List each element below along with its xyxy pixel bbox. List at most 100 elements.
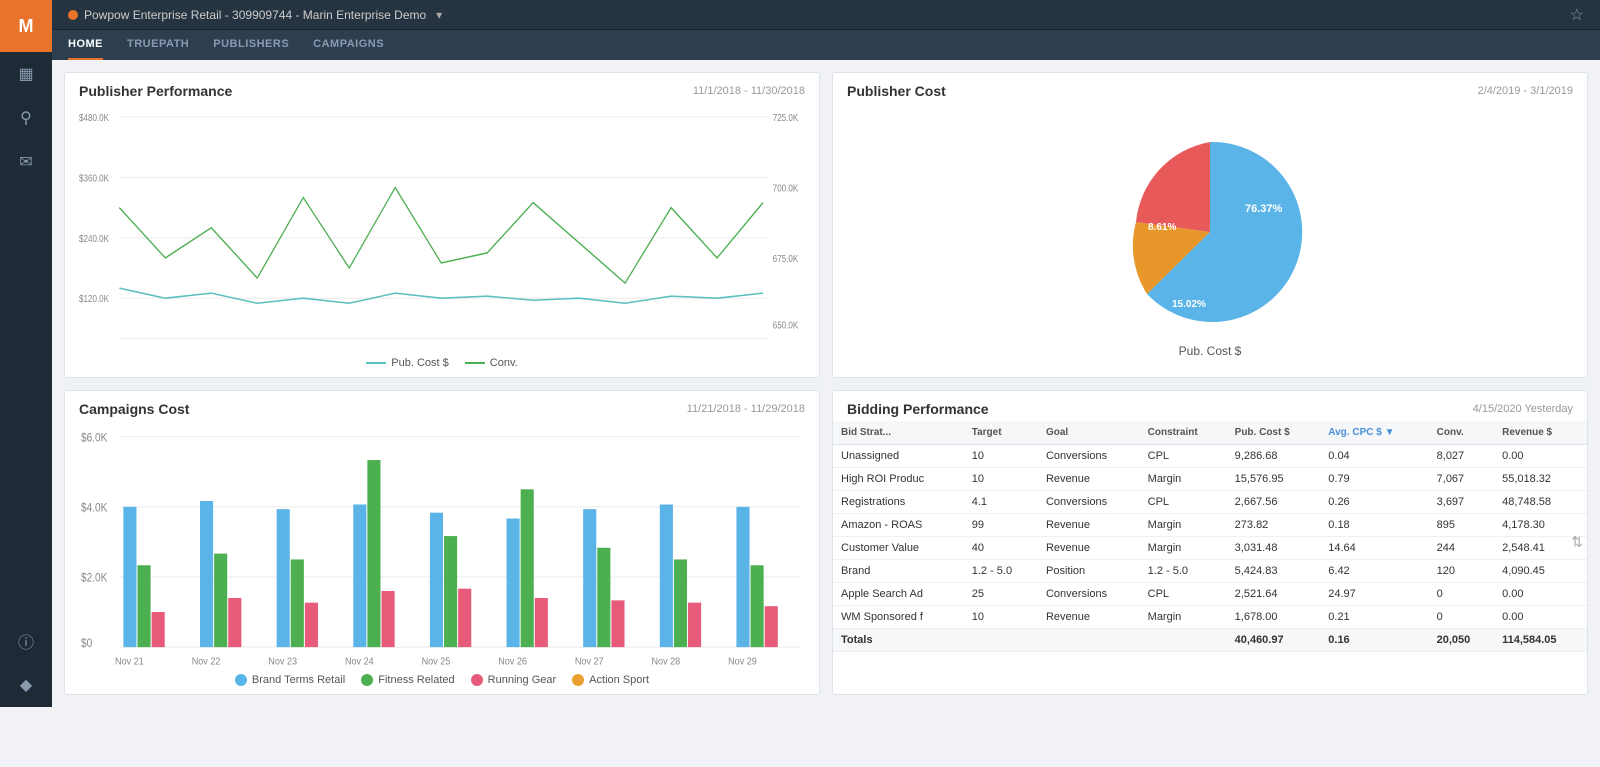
cell-constraint: Margin bbox=[1140, 605, 1227, 628]
pub-perf-chart: $480.0K $360.0K $240.0K $120.0K 725.0K 7… bbox=[65, 103, 819, 353]
cell-bid-strat: WM Sponsored f bbox=[833, 605, 964, 628]
info-icon[interactable]: ⓘ bbox=[0, 619, 52, 663]
cell-goal: Revenue bbox=[1038, 467, 1140, 490]
cell-goal: Conversions bbox=[1038, 444, 1140, 467]
cell-revenue: 4,178.30 bbox=[1494, 513, 1587, 536]
campaigns-cost-chart: $6.0K $4.0K $2.0K $0 bbox=[65, 421, 819, 671]
nav-campaigns[interactable]: CAMPAIGNS bbox=[313, 30, 384, 60]
pub-perf-legend: Pub. Cost $ Conv. bbox=[65, 353, 819, 377]
table-row: WM Sponsored f 10 Revenue Margin 1,678.0… bbox=[833, 605, 1587, 628]
scroll-indicator[interactable]: ⇅ bbox=[1571, 534, 1583, 551]
cell-constraint: 1.2 - 5.0 bbox=[1140, 559, 1227, 582]
main-nav: HOME TRUEPATH PUBLISHERS CAMPAIGNS bbox=[52, 30, 1600, 60]
col-pub-cost[interactable]: Pub. Cost $ bbox=[1227, 421, 1321, 445]
pub-cost-title: Publisher Cost bbox=[847, 83, 946, 99]
nav-home[interactable]: HOME bbox=[68, 30, 103, 60]
cell-conv: 0 bbox=[1429, 605, 1494, 628]
sidebar: M ▦ ⚲ ✉ ⓘ ◆ bbox=[0, 0, 52, 707]
svg-text:Nov 25: Nov 25 bbox=[422, 656, 451, 668]
brand-label: Powpow Enterprise Retail - 309909744 - M… bbox=[68, 8, 442, 22]
col-target[interactable]: Target bbox=[964, 421, 1038, 445]
col-constraint[interactable]: Constraint bbox=[1140, 421, 1227, 445]
cell-goal: Revenue bbox=[1038, 605, 1140, 628]
totals-revenue: 114,584.05 bbox=[1494, 628, 1587, 651]
bidding-date: 4/15/2020 Yesterday bbox=[1473, 403, 1573, 415]
cell-constraint: CPL bbox=[1140, 444, 1227, 467]
svg-text:675.0K: 675.0K bbox=[773, 253, 799, 264]
cell-avg-cpc: 0.21 bbox=[1320, 605, 1428, 628]
cell-avg-cpc: 0.04 bbox=[1320, 444, 1428, 467]
cell-goal: Conversions bbox=[1038, 582, 1140, 605]
totals-conv: 20,050 bbox=[1429, 628, 1494, 651]
cell-goal: Revenue bbox=[1038, 513, 1140, 536]
cell-pub-cost: 273.82 bbox=[1227, 513, 1321, 536]
cell-avg-cpc: 6.42 bbox=[1320, 559, 1428, 582]
col-conv[interactable]: Conv. bbox=[1429, 421, 1494, 445]
notification-bell-icon[interactable]: ☆ bbox=[1570, 5, 1584, 25]
table-row: Amazon - ROAS 99 Revenue Margin 273.82 0… bbox=[833, 513, 1587, 536]
bidding-title: Bidding Performance bbox=[847, 401, 989, 417]
cell-avg-cpc: 0.79 bbox=[1320, 467, 1428, 490]
publisher-cost-card: Publisher Cost 2/4/2019 - 3/1/2019 76.37… bbox=[832, 72, 1588, 378]
cell-constraint: CPL bbox=[1140, 490, 1227, 513]
col-goal[interactable]: Goal bbox=[1038, 421, 1140, 445]
search-icon[interactable]: ⚲ bbox=[0, 96, 52, 140]
svg-text:Nov 21: Nov 21 bbox=[115, 656, 144, 668]
svg-text:$480.0K: $480.0K bbox=[79, 112, 109, 123]
svg-text:$2.0K: $2.0K bbox=[81, 572, 108, 585]
cell-target: 10 bbox=[964, 444, 1038, 467]
svg-text:650.0K: 650.0K bbox=[773, 320, 799, 331]
nav-publishers[interactable]: PUBLISHERS bbox=[213, 30, 289, 60]
pub-cost-date: 2/4/2019 - 3/1/2019 bbox=[1478, 85, 1573, 97]
bidding-table-container[interactable]: Bid Strat... Target Goal Constraint Pub.… bbox=[833, 421, 1587, 695]
campaigns-cost-card: Campaigns Cost 11/21/2018 - 11/29/2018 $… bbox=[64, 390, 820, 696]
cell-bid-strat: Customer Value bbox=[833, 536, 964, 559]
cell-target: 99 bbox=[964, 513, 1038, 536]
cell-conv: 0 bbox=[1429, 582, 1494, 605]
col-avg-cpc[interactable]: Avg. CPC $ ▼ bbox=[1320, 421, 1428, 445]
cell-pub-cost: 2,667.56 bbox=[1227, 490, 1321, 513]
cell-target: 25 bbox=[964, 582, 1038, 605]
campaigns-cost-title: Campaigns Cost bbox=[79, 401, 189, 417]
cell-bid-strat: Amazon - ROAS bbox=[833, 513, 964, 536]
chat-icon[interactable]: ✉ bbox=[0, 140, 52, 184]
svg-text:Nov 24: Nov 24 bbox=[345, 656, 374, 668]
table-row: High ROI Produc 10 Revenue Margin 15,576… bbox=[833, 467, 1587, 490]
svg-text:15.02%: 15.02% bbox=[1172, 299, 1206, 310]
svg-text:Nov 26: Nov 26 bbox=[498, 656, 527, 668]
cell-bid-strat: Brand bbox=[833, 559, 964, 582]
svg-text:Nov 29: Nov 29 bbox=[728, 656, 757, 668]
svg-text:Nov 23: Nov 23 bbox=[268, 656, 297, 668]
nav-truepath[interactable]: TRUEPATH bbox=[127, 30, 189, 60]
cell-revenue: 55,018.32 bbox=[1494, 467, 1587, 490]
col-revenue[interactable]: Revenue $ bbox=[1494, 421, 1587, 445]
cell-revenue: 0.00 bbox=[1494, 582, 1587, 605]
svg-text:$120.0K: $120.0K bbox=[79, 293, 109, 304]
settings-icon[interactable]: ◆ bbox=[0, 663, 52, 707]
cell-conv: 7,067 bbox=[1429, 467, 1494, 490]
table-row: Customer Value 40 Revenue Margin 3,031.4… bbox=[833, 536, 1587, 559]
cell-constraint: Margin bbox=[1140, 536, 1227, 559]
svg-text:Nov 27: Nov 27 bbox=[575, 656, 604, 668]
cell-pub-cost: 15,576.95 bbox=[1227, 467, 1321, 490]
cell-avg-cpc: 0.26 bbox=[1320, 490, 1428, 513]
totals-label: Totals bbox=[833, 628, 1227, 651]
cell-revenue: 4,090.45 bbox=[1494, 559, 1587, 582]
col-bid-strat[interactable]: Bid Strat... bbox=[833, 421, 964, 445]
cell-goal: Revenue bbox=[1038, 536, 1140, 559]
totals-row: Totals 40,460.97 0.16 20,050 114,584.05 bbox=[833, 628, 1587, 651]
bidding-table: Bid Strat... Target Goal Constraint Pub.… bbox=[833, 421, 1587, 652]
cell-pub-cost: 5,424.83 bbox=[1227, 559, 1321, 582]
main-content: Publisher Performance 11/1/2018 - 11/30/… bbox=[52, 60, 1600, 707]
table-row: Unassigned 10 Conversions CPL 9,286.68 0… bbox=[833, 444, 1587, 467]
pub-perf-title: Publisher Performance bbox=[79, 83, 232, 99]
cell-target: 10 bbox=[964, 467, 1038, 490]
app-logo[interactable]: M bbox=[0, 0, 52, 52]
analytics-icon[interactable]: ▦ bbox=[0, 52, 52, 96]
cell-revenue: 0.00 bbox=[1494, 444, 1587, 467]
topbar: Powpow Enterprise Retail - 309909744 - M… bbox=[52, 0, 1600, 60]
svg-text:Nov 22: Nov 22 bbox=[192, 656, 221, 668]
cell-bid-strat: Apple Search Ad bbox=[833, 582, 964, 605]
svg-text:76.37%: 76.37% bbox=[1245, 203, 1283, 215]
cell-bid-strat: Unassigned bbox=[833, 444, 964, 467]
